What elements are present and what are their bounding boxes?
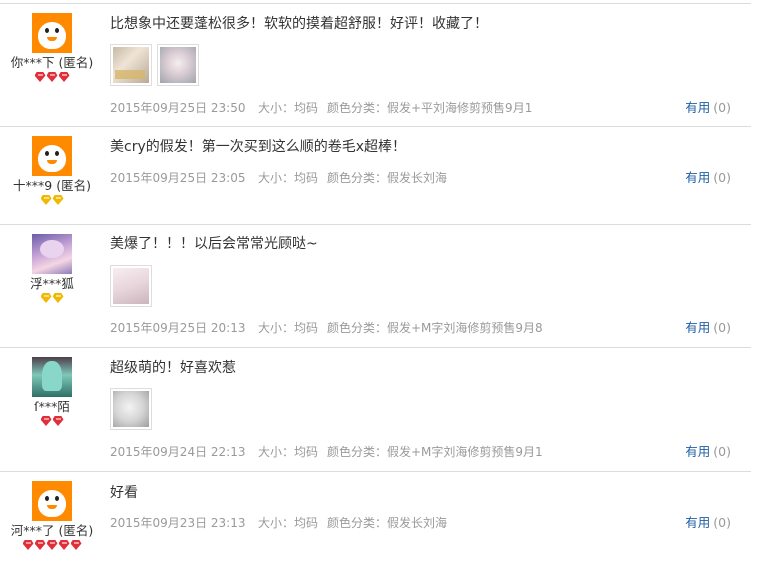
avatar[interactable] <box>32 234 72 274</box>
review-photo-thumbnail[interactable] <box>110 265 152 307</box>
reviewer-info: 十***9 (匿名) <box>0 136 104 207</box>
review-date: 2015年09月23日 23:13 <box>110 516 246 530</box>
reviewer-name: ſ***陌 <box>34 399 70 414</box>
useful-count: (0) <box>713 100 731 115</box>
review-meta: 2015年09月23日 23:13 大小：均码 颜色分类：假发长刘海 <box>110 515 447 531</box>
buyer-rank-badge <box>0 416 104 428</box>
review-text: 美爆了！！！以后会常常光顾哒~ <box>110 236 318 252</box>
useful-button[interactable]: 有用 <box>685 320 710 335</box>
review-text: 比想象中还要蓬松很多！软软的摸着超舒服！好评！收藏了！ <box>110 16 488 32</box>
useful-vote: 有用 (0) <box>685 515 731 531</box>
review-item: 河***了 (匿名) 好看 2015年09月23日 23:13 大小：均码 颜色分类… <box>0 472 751 568</box>
useful-count: (0) <box>713 515 731 530</box>
useful-vote: 有用 (0) <box>685 100 731 116</box>
red-diamond-icon <box>40 416 52 426</box>
red-diamond-icon <box>58 72 70 82</box>
review-item: ſ***陌 超级萌的！好喜欢惹 2015年09月24日 22:13 大小：均码 颜色… <box>0 348 751 472</box>
reviewer-info: 浮***狐 <box>0 234 104 305</box>
review-date: 2015年09月25日 23:05 <box>110 171 246 185</box>
gold-diamond-icon <box>52 195 64 205</box>
review-color: 颜色分类：假发+M字刘海修剪预售9月8 <box>327 321 543 335</box>
gold-diamond-icon <box>40 293 52 303</box>
review-size: 大小：均码 <box>258 171 319 185</box>
reviewer-info: ſ***陌 <box>0 357 104 428</box>
red-diamond-icon <box>58 540 70 550</box>
review-color: 颜色分类：假发长刘海 <box>327 516 448 530</box>
red-diamond-icon <box>52 416 64 426</box>
avatar[interactable] <box>32 13 72 53</box>
useful-vote: 有用 (0) <box>685 444 731 460</box>
review-meta: 2015年09月25日 20:13 大小：均码 颜色分类：假发+M字刘海修剪预售9月… <box>110 320 543 336</box>
review-text: 超级萌的！好喜欢惹 <box>110 360 236 376</box>
gold-diamond-icon <box>40 195 52 205</box>
review-size: 大小：均码 <box>258 321 319 335</box>
avatar[interactable] <box>32 136 72 176</box>
useful-count: (0) <box>713 444 731 459</box>
red-diamond-icon <box>70 540 82 550</box>
review-meta: 2015年09月24日 22:13 大小：均码 颜色分类：假发+M字刘海修剪预售9月… <box>110 444 543 460</box>
review-color: 颜色分类：假发+平刘海修剪预售9月1 <box>327 101 533 115</box>
review-item: 十***9 (匿名) 美cry的假发！第一次买到这么顺的卷毛x超棒！ 2015年… <box>0 127 751 225</box>
reviewer-info: 河***了 (匿名) <box>0 481 104 552</box>
avatar[interactable] <box>32 481 72 521</box>
buyer-rank-badge <box>0 293 104 305</box>
review-item: 浮***狐 美爆了！！！以后会常常光顾哒~ 2015年09月25日 20:13 大… <box>0 225 751 348</box>
useful-vote: 有用 (0) <box>685 170 731 186</box>
review-photos <box>110 265 157 309</box>
review-photo-thumbnail[interactable] <box>110 388 152 430</box>
red-diamond-icon <box>46 72 58 82</box>
useful-count: (0) <box>713 320 731 335</box>
reviewer-name: 你***下 (匿名) <box>10 55 94 70</box>
review-color: 颜色分类：假发+M字刘海修剪预售9月1 <box>327 445 543 459</box>
review-date: 2015年09月25日 23:50 <box>110 101 246 115</box>
review-text: 好看 <box>110 485 138 501</box>
red-diamond-icon <box>34 72 46 82</box>
review-photos <box>110 388 157 432</box>
review-size: 大小：均码 <box>258 516 319 530</box>
reviewer-name: 河***了 (匿名) <box>10 523 94 538</box>
useful-vote: 有用 (0) <box>685 320 731 336</box>
review-photo-thumbnail[interactable] <box>157 44 199 86</box>
gold-diamond-icon <box>52 293 64 303</box>
red-diamond-icon <box>46 540 58 550</box>
useful-button[interactable]: 有用 <box>685 515 710 530</box>
review-meta: 2015年09月25日 23:50 大小：均码 颜色分类：假发+平刘海修剪预售9月1 <box>110 100 532 116</box>
buyer-rank-badge <box>0 195 104 207</box>
reviewer-name: 浮***狐 <box>30 276 74 291</box>
useful-button[interactable]: 有用 <box>685 100 710 115</box>
avatar[interactable] <box>32 357 72 397</box>
useful-button[interactable]: 有用 <box>685 170 710 185</box>
review-photos <box>110 44 204 88</box>
useful-count: (0) <box>713 170 731 185</box>
useful-button[interactable]: 有用 <box>685 444 710 459</box>
reviewer-info: 你***下 (匿名) <box>0 13 104 84</box>
review-item: 你***下 (匿名) 比想象中还要蓬松很多！软软的摸着超舒服！好评！收藏了！ 2… <box>0 3 751 127</box>
review-size: 大小：均码 <box>258 101 319 115</box>
buyer-rank-badge <box>0 72 104 84</box>
review-meta: 2015年09月25日 23:05 大小：均码 颜色分类：假发长刘海 <box>110 170 447 186</box>
review-photo-thumbnail[interactable] <box>110 44 152 86</box>
review-date: 2015年09月25日 20:13 <box>110 321 246 335</box>
reviewer-name: 十***9 (匿名) <box>13 178 91 193</box>
review-size: 大小：均码 <box>258 445 319 459</box>
red-diamond-icon <box>22 540 34 550</box>
buyer-rank-badge <box>0 540 104 552</box>
review-color: 颜色分类：假发长刘海 <box>327 171 448 185</box>
review-text: 美cry的假发！第一次买到这么顺的卷毛x超棒！ <box>110 139 407 155</box>
red-diamond-icon <box>34 540 46 550</box>
review-date: 2015年09月24日 22:13 <box>110 445 246 459</box>
